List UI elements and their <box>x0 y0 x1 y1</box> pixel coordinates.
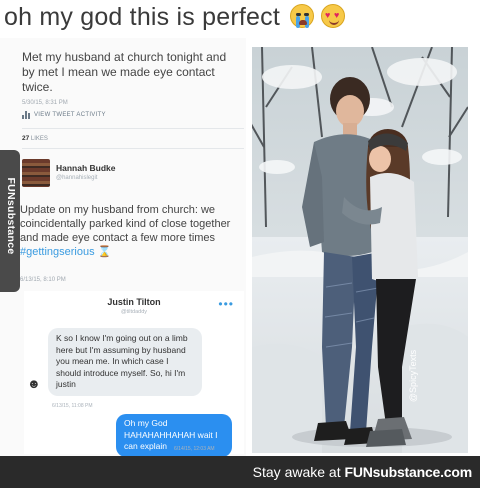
site-footer: Stay awake at FUNsubstance.com <box>0 456 480 488</box>
footer-prefix: Stay awake at <box>252 464 345 480</box>
likes-label: LIKES <box>30 136 48 142</box>
more-options-icon[interactable]: ••• <box>218 297 234 311</box>
likes-count-row[interactable]: 27 LIKES <box>22 135 48 142</box>
tweet-1-timestamp: 5/30/15, 8:31 PM <box>22 100 68 106</box>
view-tweet-activity-link[interactable]: VIEW TWEET ACTIVITY <box>22 111 106 119</box>
spicytexts-watermark: @SpicyTexts <box>406 346 420 406</box>
divider <box>22 128 244 129</box>
received-message-timestamp: 6/13/15, 11:08 PM <box>52 403 93 409</box>
hourglass-icon: ⌛ <box>97 246 112 258</box>
imessage-screenshot: Justin Tilton @tiltdaddy ••• K so I know… <box>24 291 244 457</box>
footer-brand: FUNsubstance.com <box>344 464 473 480</box>
contact-handle: @tiltdaddy <box>120 309 148 315</box>
screenshot-panel: Met my husband at church tonight and by … <box>0 38 246 457</box>
contact-name: Justin Tilton <box>107 297 161 307</box>
crying-face-icon <box>290 4 314 28</box>
tweet-author-name[interactable]: Hannah Budke <box>56 163 116 173</box>
likes-count: 27 <box>22 135 30 142</box>
heart-eyes-face-icon: ♥ ♥ <box>321 4 345 28</box>
view-tweet-activity-label: VIEW TWEET ACTIVITY <box>34 112 106 118</box>
tweet-2-text: Update on my husband from church: we coi… <box>20 203 244 259</box>
post-title: oh my god this is perfect <box>4 3 280 31</box>
footer-tagline[interactable]: Stay awake at FUNsubstance.com <box>252 464 473 480</box>
tweet-2-timestamp: 6/13/15, 8:10 PM <box>20 277 66 283</box>
received-message: K so I know I'm going out on a limb here… <box>48 328 202 396</box>
couple-photo <box>252 47 468 453</box>
avatar[interactable] <box>22 159 50 187</box>
divider <box>22 148 244 149</box>
avatar: ☻ <box>27 376 41 391</box>
tweet-author-handle[interactable]: @hannahislegit <box>56 175 97 181</box>
funsubstance-side-tab-label: FUNsubstance <box>4 177 17 255</box>
tweet-2-body: Update on my husband from church: we coi… <box>20 204 231 244</box>
funsubstance-side-tab-label-wrap: FUNsubstance <box>3 146 18 286</box>
bar-chart-icon <box>22 111 30 119</box>
sent-message-timestamp: 6/14/15, 12:03 AM <box>174 446 215 452</box>
watermark-text: @SpicyTexts <box>408 349 418 403</box>
tweet-1: Met my husband at church tonight and by … <box>22 50 242 106</box>
hashtag-link[interactable]: #gettingserious <box>20 246 95 258</box>
couple-photo-image <box>252 47 468 453</box>
tweet-1-text: Met my husband at church tonight and by … <box>22 50 227 94</box>
post-title-bar: oh my god this is perfect ♥ ♥ <box>0 0 480 38</box>
